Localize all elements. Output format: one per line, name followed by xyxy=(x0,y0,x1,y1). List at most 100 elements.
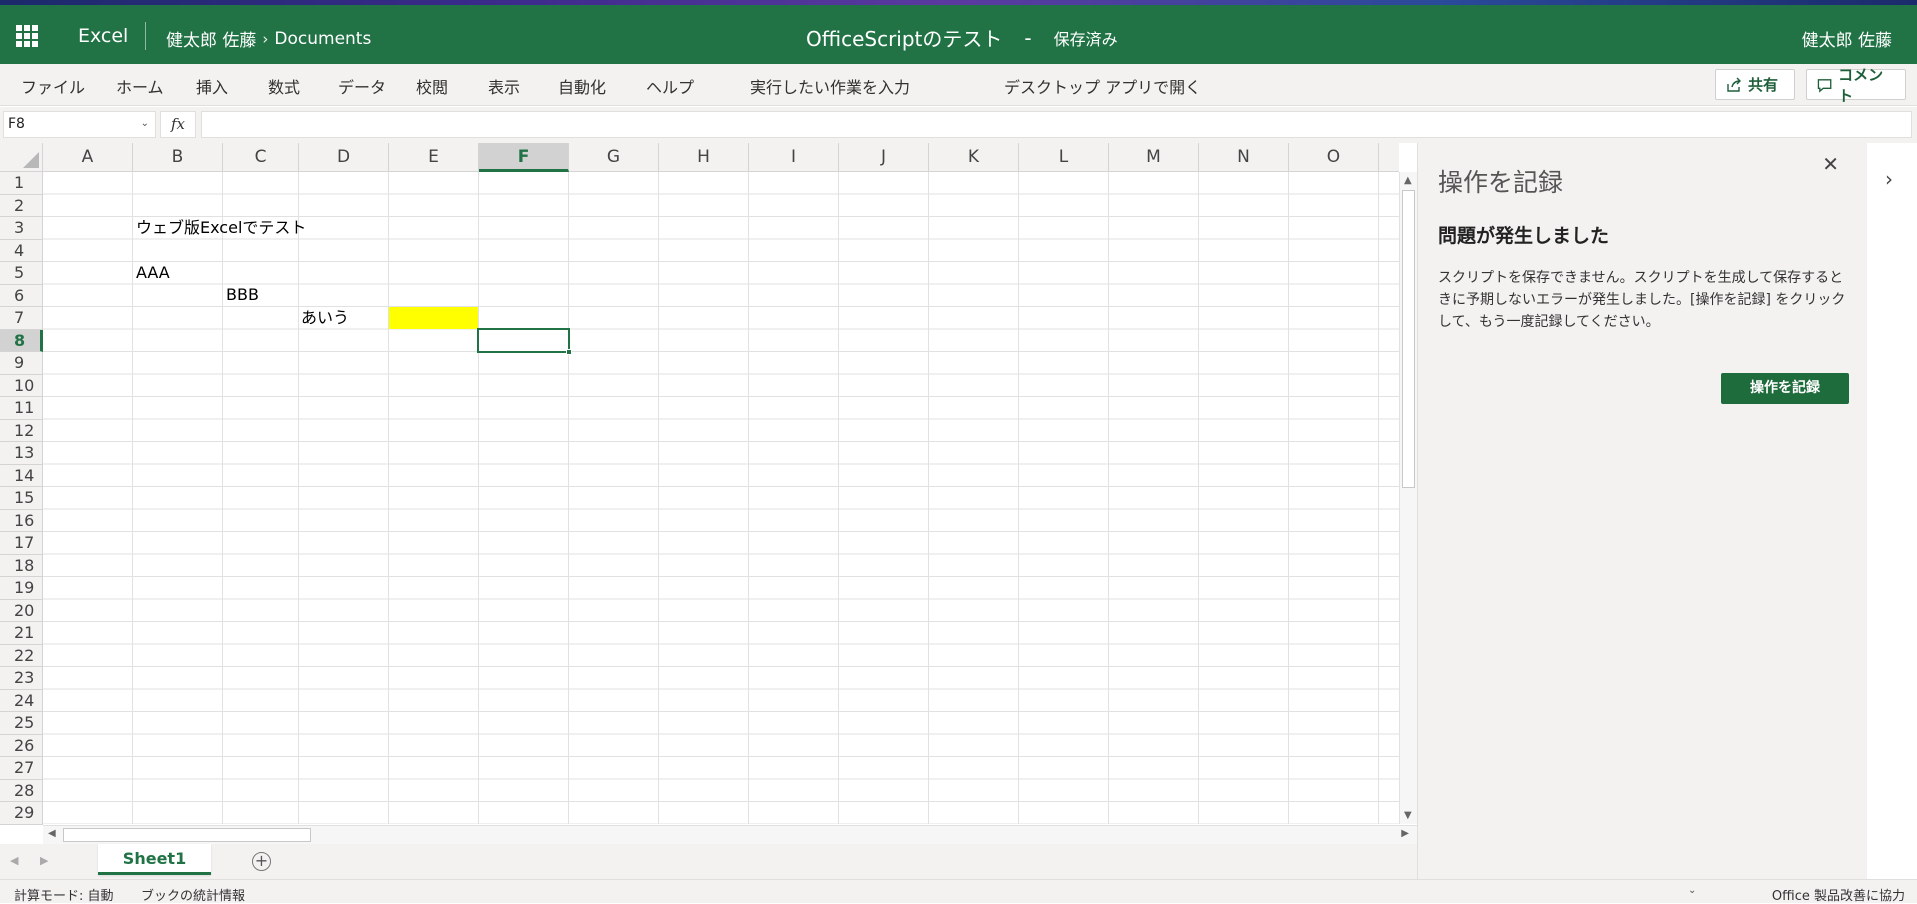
row-header[interactable]: 26 xyxy=(0,734,43,757)
workbook-statistics[interactable]: ブックの統計情報 xyxy=(141,885,245,904)
breadcrumb-folder[interactable]: Documents xyxy=(274,29,371,49)
row-header[interactable]: 22 xyxy=(0,644,43,667)
tab-automate[interactable]: 自動化 xyxy=(558,74,606,98)
column-header-selected[interactable]: F xyxy=(479,143,569,172)
title-divider xyxy=(145,22,146,50)
insert-function-icon[interactable]: fx xyxy=(160,111,196,138)
document-title[interactable]: OfficeScriptのテスト xyxy=(806,23,1002,52)
active-cell-f8[interactable] xyxy=(477,328,572,355)
chevron-down-icon[interactable]: ⌄ xyxy=(141,118,149,129)
tab-home[interactable]: ホーム xyxy=(116,74,164,98)
vertical-scroll-thumb[interactable] xyxy=(1402,190,1415,488)
grid-line xyxy=(1288,172,1289,824)
row-header[interactable]: 5 xyxy=(0,262,43,285)
column-header[interactable]: E xyxy=(389,143,479,172)
scroll-left-icon[interactable]: ◀ xyxy=(48,828,56,839)
app-launcher-icon[interactable] xyxy=(16,25,38,47)
open-in-desktop-app[interactable]: デスクトップ アプリで開く xyxy=(1004,74,1201,98)
chevron-right-icon[interactable]: › xyxy=(1885,167,1893,191)
row-header[interactable]: 2 xyxy=(0,194,43,217)
column-header[interactable]: D xyxy=(299,143,389,172)
tab-view[interactable]: 表示 xyxy=(488,74,520,98)
sheet-nav-next-icon[interactable]: ▶ xyxy=(40,854,48,867)
tab-help[interactable]: ヘルプ xyxy=(646,74,694,98)
row-header[interactable]: 20 xyxy=(0,599,43,622)
row-header[interactable]: 15 xyxy=(0,487,43,510)
column-header[interactable]: L xyxy=(1019,143,1109,172)
select-all-corner[interactable] xyxy=(0,143,43,172)
feedback-link[interactable]: Office 製品改善に協力 xyxy=(1772,885,1905,904)
scroll-down-icon[interactable]: ▼ xyxy=(1404,810,1412,821)
column-header[interactable]: K xyxy=(929,143,1019,172)
cell-d6[interactable]: あいう xyxy=(301,307,349,329)
row-header[interactable]: 29 xyxy=(0,802,43,825)
row-header[interactable]: 21 xyxy=(0,622,43,645)
column-header[interactable]: J xyxy=(839,143,929,172)
column-header[interactable]: O xyxy=(1289,143,1379,172)
row-header[interactable]: 3 xyxy=(0,217,43,240)
share-button[interactable]: 共有 xyxy=(1715,69,1795,100)
row-header[interactable]: 12 xyxy=(0,419,43,442)
app-name[interactable]: Excel xyxy=(78,25,128,47)
breadcrumb-owner[interactable]: 健太郎 佐藤 xyxy=(166,26,256,51)
tab-formulas[interactable]: 数式 xyxy=(268,74,300,98)
cell-b4[interactable]: AAA xyxy=(136,262,170,284)
document-title-area[interactable]: OfficeScriptのテスト - 保存済み xyxy=(806,23,1118,52)
comment-icon xyxy=(1817,78,1832,93)
row-header[interactable]: 16 xyxy=(0,509,43,532)
column-header[interactable]: I xyxy=(749,143,839,172)
column-header[interactable]: M xyxy=(1109,143,1199,172)
scroll-up-icon[interactable]: ▲ xyxy=(1404,175,1412,186)
row-header[interactable]: 28 xyxy=(0,779,43,802)
horizontal-scrollbar[interactable]: ◀ ▶ xyxy=(43,825,1417,844)
row-header[interactable]: 19 xyxy=(0,577,43,600)
row-header-selected[interactable]: 8 xyxy=(0,329,43,352)
close-icon[interactable]: ✕ xyxy=(1822,152,1839,176)
row-header[interactable]: 4 xyxy=(0,239,43,262)
row-header[interactable]: 17 xyxy=(0,532,43,555)
row-header[interactable]: 7 xyxy=(0,307,43,330)
horizontal-scroll-thumb[interactable] xyxy=(63,828,311,842)
cell-b2[interactable]: ウェブ版Excelでテスト xyxy=(136,217,306,239)
column-header[interactable]: N xyxy=(1199,143,1289,172)
calc-mode[interactable]: 計算モード: 自動 xyxy=(14,885,114,904)
row-header[interactable]: 11 xyxy=(0,397,43,420)
tab-file[interactable]: ファイル xyxy=(21,74,85,98)
cell-c5[interactable]: BBB xyxy=(226,284,259,306)
column-header[interactable]: A xyxy=(43,143,133,172)
tab-insert[interactable]: 挿入 xyxy=(196,74,228,98)
column-header[interactable]: C xyxy=(223,143,299,172)
row-header[interactable]: 1 xyxy=(0,172,43,195)
tab-data[interactable]: データ xyxy=(338,74,386,98)
cell-e7-fill[interactable] xyxy=(389,307,478,329)
name-box[interactable]: F8 ⌄ xyxy=(3,111,156,138)
tell-me-search[interactable]: 実行したい作業を入力 xyxy=(750,74,910,98)
fill-handle[interactable] xyxy=(566,349,572,355)
row-header[interactable]: 6 xyxy=(0,284,43,307)
row-header[interactable]: 23 xyxy=(0,667,43,690)
record-actions-button[interactable]: 操作を記録 xyxy=(1721,373,1849,404)
column-header[interactable]: H xyxy=(659,143,749,172)
chevron-down-icon[interactable]: ⌄ xyxy=(1688,885,1696,896)
add-sheet-icon[interactable]: + xyxy=(252,852,271,871)
row-header[interactable]: 14 xyxy=(0,464,43,487)
grid-line xyxy=(568,172,569,824)
sheet-nav-prev-icon[interactable]: ◀ xyxy=(10,854,18,867)
row-header[interactable]: 24 xyxy=(0,689,43,712)
row-header[interactable]: 9 xyxy=(0,352,43,375)
row-header[interactable]: 27 xyxy=(0,757,43,780)
formula-input[interactable] xyxy=(201,111,1912,138)
vertical-scrollbar[interactable]: ▲ ▼ xyxy=(1399,172,1417,824)
row-header[interactable]: 25 xyxy=(0,712,43,735)
row-header[interactable]: 18 xyxy=(0,554,43,577)
column-header[interactable]: B xyxy=(133,143,223,172)
tab-review[interactable]: 校閲 xyxy=(416,74,448,98)
user-account[interactable]: 健太郎 佐藤 xyxy=(1802,26,1892,51)
row-header[interactable]: 13 xyxy=(0,442,43,465)
sheet-tab-active[interactable]: Sheet1 xyxy=(98,844,211,875)
row-header[interactable]: 10 xyxy=(0,374,43,397)
column-header[interactable]: G xyxy=(569,143,659,172)
scroll-right-icon[interactable]: ▶ xyxy=(1401,828,1409,839)
cell-area[interactable]: ウェブ版Excelでテスト AAA BBB あいう xyxy=(43,172,1399,824)
comment-button[interactable]: コメント xyxy=(1806,66,1906,105)
